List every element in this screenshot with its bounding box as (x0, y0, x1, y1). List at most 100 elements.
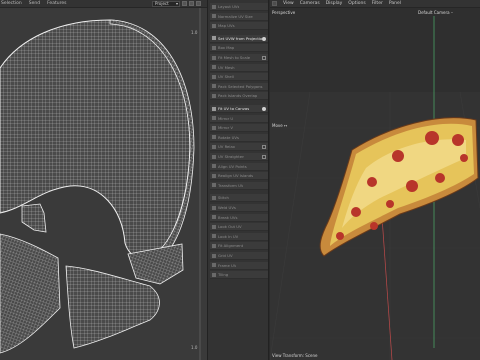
operator-item[interactable]: Normalize UV Size (210, 12, 268, 21)
operator-label: Stitch (218, 195, 229, 201)
uv-editor-panel: Selection Send Features Project ▾ 1.0 1.… (0, 0, 207, 360)
operator-item[interactable]: Pack Islands Overlap (210, 92, 268, 101)
operator-icon (212, 93, 216, 98)
operator-item[interactable]: Look In UV (210, 232, 268, 241)
operator-label: Tiling (218, 272, 229, 278)
project-select[interactable]: Project ▾ (152, 1, 180, 7)
operator-icon (212, 205, 216, 210)
operator-icon (212, 65, 216, 70)
pepperoni (435, 173, 445, 183)
pepperoni (386, 200, 394, 208)
options-icon[interactable] (262, 56, 266, 60)
operator-icon (212, 154, 216, 159)
operator-label: Transform UV (218, 182, 244, 188)
operator-label: Realign UV Islands (218, 173, 254, 179)
viewport-menu-display[interactable]: Display (326, 1, 343, 6)
operator-label: Pack Selected Polygons (218, 83, 263, 89)
viewport-menu-cameras[interactable]: Cameras (300, 1, 320, 6)
uv-menu-selection[interactable]: Selection (1, 1, 22, 6)
operator-item[interactable]: Weld UVs (210, 204, 268, 212)
grid-icon[interactable] (182, 1, 187, 6)
operator-label: Set UVW from Projection (218, 35, 265, 41)
operator-item[interactable]: Set UVW from Projection (210, 34, 268, 43)
operator-item[interactable]: Stitch (210, 194, 268, 203)
viewport-footer-label: View Transform: Scene (272, 353, 318, 358)
operator-item[interactable]: Break UVs (210, 213, 268, 222)
operator-item[interactable]: Frame UV (210, 261, 268, 270)
3d-viewport[interactable]: View Cameras Display Options Filter Pane… (270, 0, 480, 360)
operator-item[interactable]: UV Straighten (210, 153, 268, 161)
settings-icon[interactable] (196, 1, 201, 6)
operator-icon (212, 224, 216, 229)
operator-item[interactable]: UV Shell (210, 73, 268, 82)
operator-label: Fit Alignment (218, 243, 244, 249)
operator-item[interactable]: Align UV Points (210, 162, 268, 171)
operator-item[interactable]: Layout UVs (210, 3, 268, 11)
operator-label: Fit UV to Canvas (218, 106, 250, 111)
operator-item[interactable]: Fit Alignment (210, 242, 268, 251)
operator-item[interactable]: Tiling (210, 271, 268, 280)
operator-item[interactable]: Rotate UVs (210, 133, 268, 142)
operator-label: Mirror U (218, 115, 234, 121)
operator-label: Fit Mesh to Scale (218, 55, 251, 60)
operator-label: Align UV Points (218, 163, 247, 169)
project-select-value: Project (155, 1, 169, 6)
operator-item[interactable]: UV Relax (210, 143, 268, 152)
operator-label: Pack Islands Overlap (218, 93, 258, 99)
pepperoni (460, 154, 468, 162)
operator-label: Map UVs (218, 23, 235, 29)
operator-icon (212, 243, 216, 248)
operator-item[interactable]: Pack Selected Polygons (210, 82, 268, 91)
operator-item[interactable]: Mirror V (210, 124, 268, 133)
operator-item[interactable]: Map UVs (210, 22, 268, 31)
operator-label: Grid UV (218, 253, 233, 258)
operator-icon (212, 253, 216, 258)
viewport-menu-panel[interactable]: Panel (389, 1, 401, 6)
operator-item[interactable]: Fit UV to Canvas (210, 105, 268, 113)
operator-label: Look In UV (218, 233, 239, 239)
viewport-menu-view[interactable]: View (283, 1, 294, 6)
checker-icon[interactable] (189, 1, 194, 6)
uv-menu-send[interactable]: Send (29, 1, 40, 6)
operator-label: Frame UV (218, 262, 237, 268)
pepperoni (370, 222, 378, 230)
operator-icon (212, 74, 216, 79)
operator-item[interactable]: Grid UV (210, 252, 268, 260)
operator-label: UV Straighten (218, 154, 245, 159)
pepperoni (336, 232, 344, 240)
uv-operators-panel: Layout UVs Normalize UV Size Map UVs Set UV… (207, 0, 269, 360)
operator-item[interactable]: Mirror U (210, 114, 268, 123)
operator-icon (212, 173, 216, 178)
operator-item[interactable]: Transform UV (210, 181, 268, 190)
operator-label: Normalize UV Size (218, 13, 253, 19)
operator-item[interactable]: Fit Mesh to Scale (210, 54, 268, 62)
pepperoni (425, 131, 439, 145)
operator-icon (212, 125, 216, 130)
uv-islands-graphic (0, 8, 201, 360)
operator-icon (212, 45, 216, 50)
operator-item[interactable]: Box Map (210, 44, 268, 53)
options-icon[interactable] (262, 155, 266, 159)
operator-item[interactable]: UV Mesh (210, 63, 268, 72)
viewport-camera-label[interactable]: Default Camera ·· (418, 10, 453, 15)
uv-canvas[interactable]: 1.0 1.0 (0, 8, 207, 360)
operator-icon (212, 234, 216, 239)
viewport-menu-options[interactable]: Options (348, 1, 365, 6)
viewport-menubar: View Cameras Display Options Filter Pane… (270, 0, 480, 8)
operator-icon (212, 84, 216, 89)
info-icon[interactable] (262, 107, 266, 111)
info-icon[interactable] (262, 36, 266, 41)
operator-label: Rotate UVs (218, 134, 239, 140)
operator-item[interactable]: Realign UV Islands (210, 172, 268, 181)
operator-label: Look Out UV (218, 224, 242, 230)
operator-item[interactable]: Look Out UV (210, 223, 268, 232)
uv-toolbar-icons (182, 1, 201, 6)
operator-label: Weld UVs (218, 205, 236, 210)
uv-menu-features[interactable]: Features (47, 1, 66, 6)
viewport-mode-icon[interactable] (272, 1, 277, 6)
operator-icon (212, 4, 216, 9)
viewport-menu-filter[interactable]: Filter (372, 1, 383, 6)
options-icon[interactable] (262, 145, 266, 150)
uv-island-small (21, 203, 47, 233)
operator-icon (212, 272, 216, 277)
